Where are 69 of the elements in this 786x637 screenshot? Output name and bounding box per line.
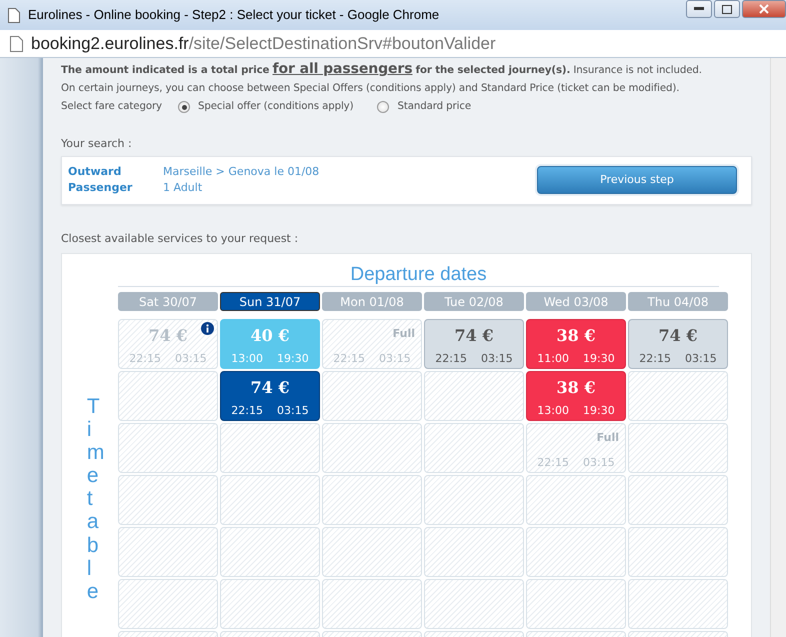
field-label: Select fare category — [61, 100, 162, 114]
full-fare-cell[interactable]: Full 22:15 03:15 — [526, 423, 626, 473]
price-text: 74 € — [454, 326, 494, 346]
time-text: 22:15 — [129, 350, 161, 366]
page-icon — [8, 8, 20, 22]
time-text: 13:00 — [537, 402, 569, 418]
window-title: Eurolines - Online booking - Step2 : Select your ticket - Google Chrome — [28, 6, 440, 24]
date-tab[interactable]: Tue 02/08 — [424, 292, 524, 311]
price-text: 74 € — [148, 326, 188, 346]
total-price-notice: The amount indicated is a total price for all passengers for the selected journey(s). Insurance is not included. — [61, 60, 703, 79]
time-text: 22:15 — [435, 350, 467, 366]
date-tab[interactable]: Wed 03/08 — [526, 292, 626, 311]
price-text: 40 € — [250, 326, 290, 346]
time-text: 22:15 — [537, 454, 569, 470]
status-label: Full — [596, 430, 619, 446]
search-label: Outward — [68, 164, 122, 180]
scrollbar[interactable] — [770, 58, 786, 637]
minimize-icon — [694, 7, 704, 11]
date-tab[interactable]: Thu 04/08 — [628, 292, 728, 311]
fare-cell[interactable]: 74 € 22:15 03:15 — [220, 371, 320, 421]
section-heading: Closest available services to your request : — [61, 230, 300, 246]
timetable-label: Timetable — [86, 395, 100, 605]
fare-cell[interactable]: 38 € 11:00 19:30 — [526, 319, 626, 369]
search-value: Marseille > Genova le 01/08 — [163, 164, 320, 180]
fare-info-text: On certain journeys, you can choose between Special Offers (conditions apply) and Standard Price (ticket can be modified). — [61, 82, 680, 96]
date-tab[interactable]: Mon 01/08 — [322, 292, 422, 311]
maximize-button[interactable] — [714, 0, 740, 18]
status-label: Full — [392, 326, 415, 342]
maximize-icon — [722, 4, 732, 14]
past-fare-cell[interactable]: 74 € 22:15 03:15 — [118, 319, 218, 369]
radio-label[interactable]: Standard price — [397, 98, 472, 116]
fare-cell[interactable]: 74 € 22:15 03:15 — [424, 319, 524, 369]
minimize-button[interactable] — [686, 0, 712, 18]
radio-button[interactable] — [377, 101, 390, 113]
price-text: 74 € — [250, 378, 290, 398]
time-text: 03:15 — [379, 350, 411, 366]
date-tab[interactable]: Sun 31/07 — [220, 292, 320, 311]
price-text: 38 € — [556, 378, 596, 398]
fare-cell[interactable]: 74 € 22:15 03:15 — [628, 319, 728, 369]
price-text: 74 € — [658, 326, 698, 346]
time-text: 13:00 — [231, 350, 263, 366]
radio-button[interactable] — [178, 101, 190, 113]
departure-dates-title: Departure dates — [118, 264, 719, 287]
date-tab[interactable]: Sat 30/07 — [118, 292, 218, 311]
fare-cell[interactable]: 40 € 13:00 19:30 — [220, 319, 320, 369]
time-text: 19:30 — [277, 350, 309, 366]
time-text: 19:30 — [583, 402, 615, 418]
close-button[interactable] — [742, 0, 786, 18]
info-icon[interactable] — [201, 322, 214, 335]
search-value: 1 Adult — [163, 180, 202, 196]
time-text: 22:15 — [333, 350, 365, 366]
time-text: 22:15 — [231, 402, 263, 418]
close-icon — [759, 4, 769, 14]
time-text: 19:30 — [583, 350, 615, 366]
time-text: 03:15 — [481, 350, 513, 366]
fare-cell[interactable]: 38 € 13:00 19:30 — [526, 371, 626, 421]
time-text: 03:15 — [685, 350, 717, 366]
section-heading: Your search : — [61, 136, 133, 152]
time-text: 11:00 — [537, 350, 569, 366]
time-text: 03:15 — [277, 402, 309, 418]
page-icon — [10, 36, 23, 52]
previous-step-button[interactable]: Previous step — [537, 166, 737, 194]
full-fare-cell[interactable]: Full 22:15 03:15 — [322, 319, 422, 369]
time-text: 22:15 — [639, 350, 671, 366]
radio-label[interactable]: Special offer (conditions apply) — [198, 98, 354, 116]
search-label: Passenger — [68, 180, 134, 196]
price-text: 38 € — [556, 326, 596, 346]
time-text: 03:15 — [175, 350, 207, 366]
time-text: 03:15 — [583, 454, 615, 470]
